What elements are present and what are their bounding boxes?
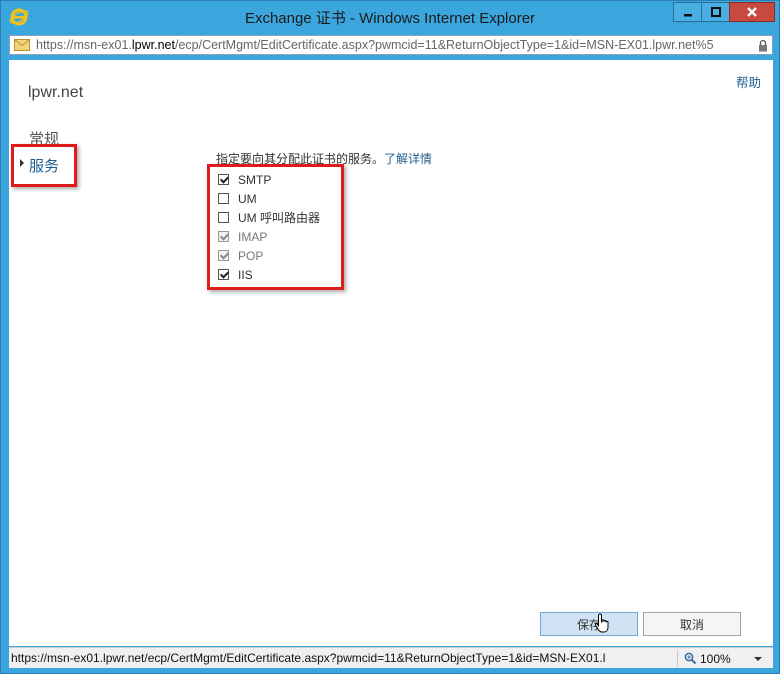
address-url[interactable]: https://msn-ex01.lpwr.net/ecp/CertMgmt/E…	[36, 38, 754, 52]
minimize-button[interactable]	[673, 2, 702, 22]
learn-more-link[interactable]: 了解详情	[384, 152, 432, 166]
browser-window: Exchange 证书 - Windows Internet Explorer …	[0, 0, 780, 674]
close-icon	[747, 7, 757, 17]
url-prefix: https://msn-ex01.	[36, 38, 132, 52]
url-path: /ecp/CertMgmt/EditCertificate.aspx?pwmci…	[174, 38, 714, 52]
window-title: Exchange 证书 - Windows Internet Explorer	[244, 10, 536, 27]
lock-icon[interactable]	[758, 39, 768, 52]
url-domain: lpwr.net	[131, 38, 175, 52]
highlight-box-services-list	[207, 164, 344, 290]
organization-name: lpwr.net	[28, 84, 84, 101]
hand-cursor-icon	[594, 613, 609, 633]
maximize-icon	[710, 7, 721, 17]
cancel-button[interactable]: 取消	[643, 612, 741, 636]
title-bar[interactable]: Exchange 证书 - Windows Internet Explorer	[1, 1, 779, 33]
page-content: 帮助 lpwr.net 常规 服务 指定要向其分配此证书的服务。了解详情 SMT…	[9, 60, 773, 646]
magnifier-icon	[684, 652, 697, 665]
status-bar: https://msn-ex01.lpwr.net/ecp/CertMgmt/E…	[9, 647, 773, 668]
zoom-control[interactable]: 100%	[677, 650, 766, 667]
minimize-icon	[683, 14, 692, 17]
help-link[interactable]: 帮助	[736, 72, 761, 91]
address-bar[interactable]: https://msn-ex01.lpwr.net/ecp/CertMgmt/E…	[9, 35, 773, 55]
status-url: https://msn-ex01.lpwr.net/ecp/CertMgmt/E…	[11, 651, 606, 665]
highlight-box-services-nav	[11, 144, 77, 187]
chevron-down-icon[interactable]	[754, 656, 762, 661]
save-button[interactable]: 保存	[540, 612, 638, 636]
maximize-button[interactable]	[701, 2, 730, 22]
close-button[interactable]	[729, 2, 775, 22]
zoom-level: 100%	[700, 651, 731, 666]
page-icon	[14, 39, 30, 51]
